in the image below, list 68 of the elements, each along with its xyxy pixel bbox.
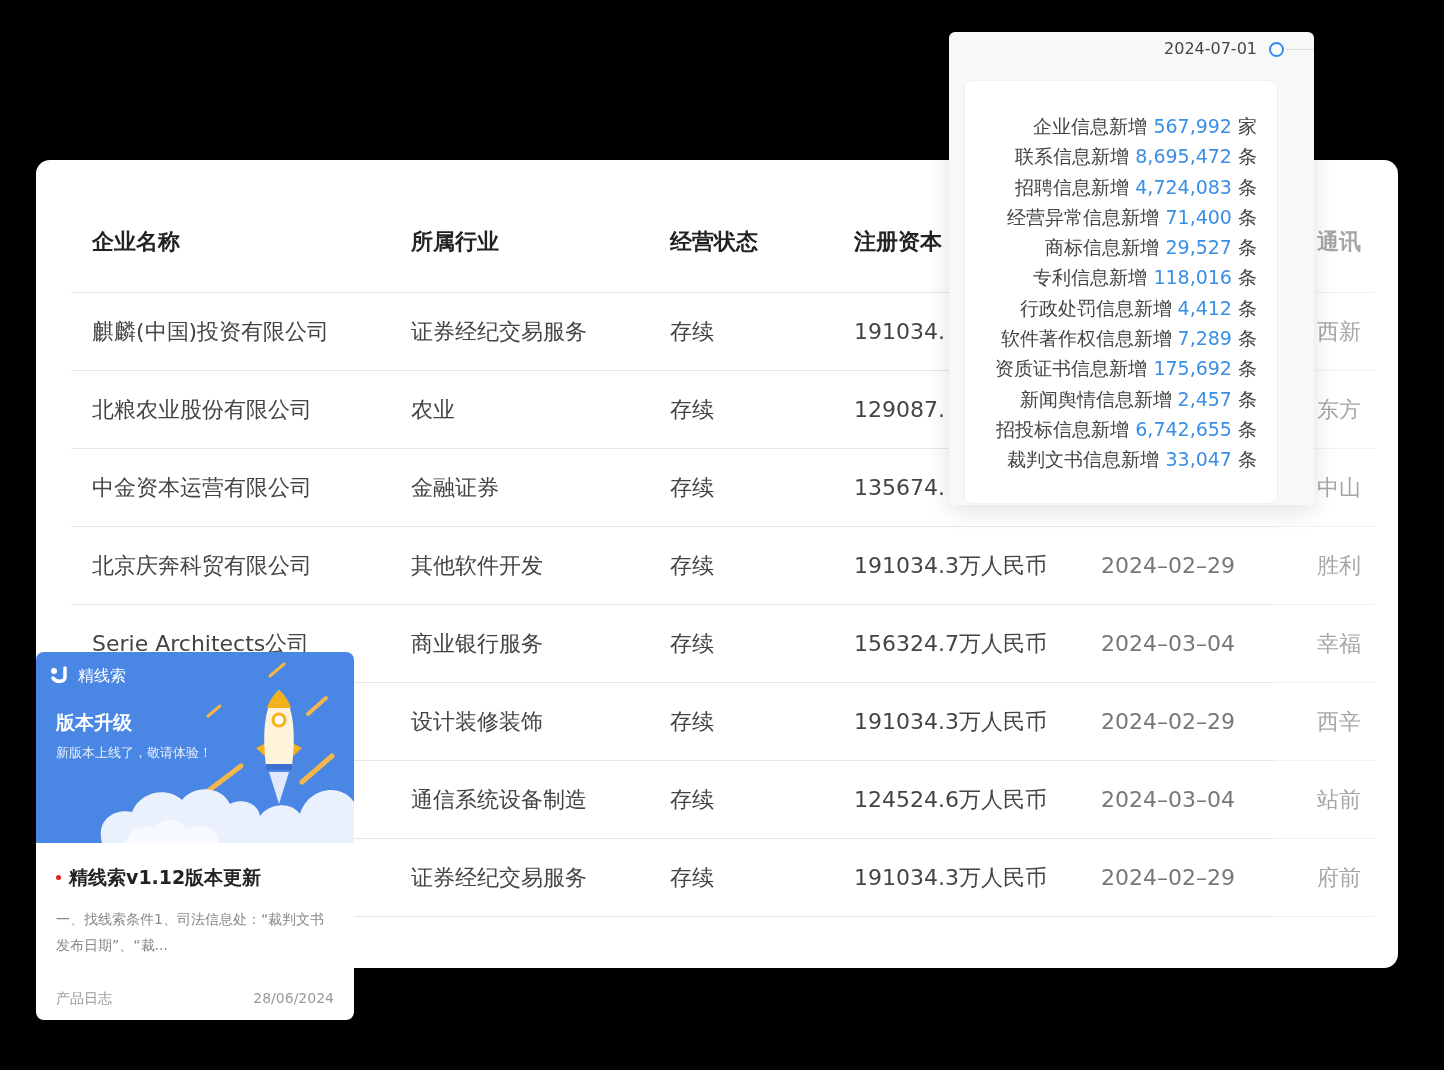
- table-cell-text: 胜利: [1317, 552, 1361, 580]
- table-cell-text: 191034.3万人民币: [854, 708, 1047, 736]
- stat-line: 招投标信息新增 6,742,655 条: [996, 416, 1257, 442]
- column-header: 企业名称: [92, 227, 180, 256]
- timeline-dot: [1269, 41, 1284, 57]
- table-cell-text: 设计装修装饰: [411, 708, 543, 736]
- table-cell-text: 存续: [670, 396, 714, 424]
- table-cell-text: 2024–03–04: [1101, 786, 1235, 814]
- stat-line: 专利信息新增 118,016 条: [1033, 265, 1257, 291]
- table-cell-text: 存续: [670, 708, 714, 736]
- table-cell-text: 存续: [670, 552, 714, 580]
- table-cell-text: 西新: [1317, 318, 1361, 346]
- table-cell-text: 东方: [1317, 396, 1361, 424]
- table-cell-text: 金融证券: [411, 474, 499, 502]
- table-cell-text: 农业: [411, 396, 455, 424]
- table-cell-text: 中金资本运营有限公司: [92, 474, 312, 502]
- column-header: 通讯: [1317, 227, 1361, 256]
- table-cell-text: 156324.7万人民币: [854, 630, 1047, 658]
- table-cell-text: 2024–02–29: [1101, 864, 1235, 892]
- stat-line: 商标信息新增 29,527 条: [1045, 235, 1257, 261]
- table-cell-text: 191034.3万人民币: [854, 552, 1047, 580]
- table-cell-text: 存续: [670, 786, 714, 814]
- table-cell-text: 站前: [1317, 786, 1361, 814]
- table-cell-text: 129087.: [854, 396, 945, 424]
- news-date: 28/06/2024: [253, 988, 334, 1008]
- table-cell-text: 191034.3万人民币: [854, 864, 1047, 892]
- table-cell-text: 中山: [1317, 474, 1361, 502]
- timeline-date: 2024-07-01: [1164, 38, 1257, 60]
- stat-line: 行政处罚信息新增 4,412 条: [1019, 295, 1257, 321]
- stat-line: 招聘信息新增 4,724,083 条: [1015, 174, 1257, 200]
- news-category: 产品日志: [56, 988, 112, 1008]
- banner-title: 版本升级: [56, 710, 132, 735]
- stat-line: 软件著作权信息新增 7,289 条: [1000, 326, 1257, 352]
- table-cell-text: 存续: [670, 474, 714, 502]
- stat-line: 经营异常信息新增 71,400 条: [1007, 204, 1257, 230]
- table-cell-text: 2024–02–29: [1101, 552, 1235, 580]
- table-cell-text: 商业银行服务: [411, 630, 543, 658]
- table-cell-text: 2024–03–04: [1101, 630, 1235, 658]
- table-cell-text: 2024–02–29: [1101, 708, 1235, 736]
- table-cell-text: 124524.6万人民币: [854, 786, 1047, 814]
- news-excerpt: 一、找线索条件1、司法信息处：“裁判文书发布日期”、“裁...: [56, 909, 326, 955]
- stat-line: 裁判文书信息新增 33,047 条: [1007, 447, 1257, 473]
- news-title: 精线索v1.12版本更新: [69, 865, 262, 890]
- table-cell-text: 证券经纪交易服务: [411, 864, 587, 892]
- table-cell-text: 北京庆奔科贸有限公司: [92, 552, 312, 580]
- brand-name: 精线索: [78, 665, 126, 687]
- table-cell-text: 北粮农业股份有限公司: [92, 396, 312, 424]
- table-cell-text: 其他软件开发: [411, 552, 543, 580]
- table-cell-text: 府前: [1317, 864, 1361, 892]
- banner-subtitle: 新版本上线了，敬请体验！: [56, 744, 212, 762]
- stat-line: 联系信息新增 8,695,472 条: [1015, 144, 1257, 170]
- table-cell-text: 135674.: [854, 474, 945, 502]
- news-card[interactable]: 精线索 版本升级 新版本上线了，敬请体验！ 精线索v1.12版本更新 一、找线索条件1、司法信息处：“裁判文书发布日期”、“裁... 产品日志 28/06/2024: [36, 652, 354, 1020]
- table-cell-text: 证券经纪交易服务: [411, 318, 587, 346]
- stat-line: 新闻舆情信息新增 2,457 条: [1019, 386, 1257, 412]
- table-cell-text: 麒麟(中国)投资有限公司: [92, 318, 330, 346]
- table-cell-text: 存续: [670, 630, 714, 658]
- stat-line: 资质证书信息新增 175,692 条: [995, 356, 1257, 382]
- table-cell-text: 191034.: [854, 318, 945, 346]
- table-cell-text: 通信系统设备制造: [411, 786, 587, 814]
- table-cell-text: 存续: [670, 864, 714, 892]
- column-header: 经营状态: [670, 227, 758, 256]
- table-cell-text: 西辛: [1317, 708, 1361, 736]
- stat-line: 企业信息新增 567,992 家: [1033, 114, 1257, 139]
- column-header: 所属行业: [411, 227, 499, 256]
- column-header: 注册资本: [854, 227, 942, 256]
- table-cell-text: 存续: [670, 318, 714, 346]
- table-cell-text: 幸福: [1317, 630, 1361, 658]
